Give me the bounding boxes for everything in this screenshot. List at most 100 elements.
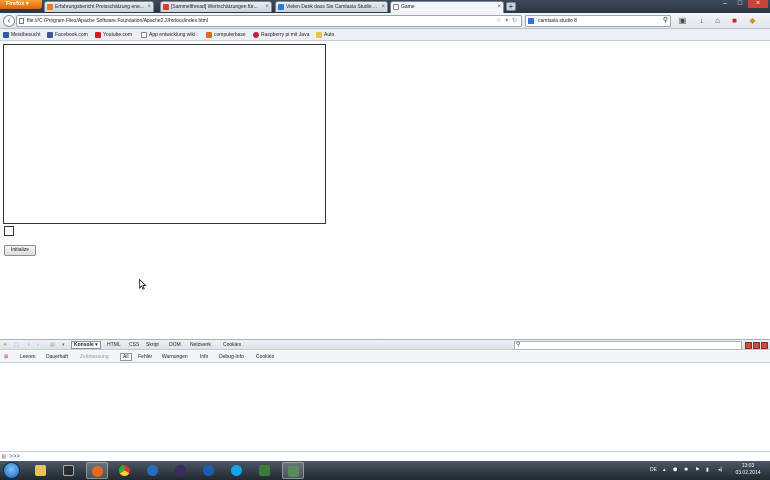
filter-cookies[interactable]: Cookies <box>256 353 274 361</box>
console-command-line[interactable]: ▤ >>> <box>0 451 770 461</box>
filter-warnungen[interactable]: Warnungen <box>162 353 188 361</box>
tab-konsole[interactable]: Konsole ▾ <box>71 341 101 349</box>
language-indicator[interactable]: DE <box>650 465 657 475</box>
tab-dom[interactable]: DOM <box>169 341 181 349</box>
bookmark-facebook[interactable]: Facebook.com <box>47 31 88 39</box>
firebug-icon[interactable]: ✦ <box>3 341 7 349</box>
skype-icon <box>231 465 242 476</box>
tab-css[interactable]: CSS <box>129 341 139 349</box>
filter-dauerhaft[interactable]: Dauerhaft <box>46 353 68 361</box>
search-bar[interactable]: camtasia studio 8 ⚲ <box>525 15 671 27</box>
tab-html[interactable]: HTML <box>107 341 121 349</box>
close-tab-icon[interactable]: × <box>147 2 151 12</box>
tab-netzwerk[interactable]: Netzwerk <box>190 341 211 349</box>
clock-time: 13:03 <box>741 463 755 469</box>
bookmarks-menu-icon[interactable]: ▣ <box>678 16 687 25</box>
download-icon[interactable]: ↓ <box>697 16 706 25</box>
url-bar[interactable]: file:///C:/Program Files/Apache Software… <box>16 15 522 27</box>
tray-app2-icon[interactable]: ✱ <box>684 465 688 475</box>
taskbar-camtasia-recorder[interactable] <box>282 462 304 479</box>
url-tools-icon[interactable]: ☆ ▾ ↻ <box>496 16 518 26</box>
tab-cookies[interactable]: Cookies <box>223 341 241 349</box>
tab-label: Game <box>401 4 415 10</box>
taskbar-skype[interactable] <box>226 462 248 479</box>
dropdown-icon[interactable]: ▾ <box>62 341 65 349</box>
tray-expand-icon[interactable]: ▴ <box>663 465 666 475</box>
page-icon <box>19 18 24 24</box>
bookmark-label: Raspberry pi mit Java <box>261 32 310 38</box>
taskbar-teamspeak[interactable] <box>198 462 220 479</box>
firebug-search-input[interactable]: ⚲ <box>514 341 742 350</box>
bookmark-label: Auto <box>324 32 335 38</box>
network-status-icon[interactable]: ▮ <box>706 465 709 475</box>
tab-skript[interactable]: Skript <box>146 341 159 349</box>
taskbar-camtasia[interactable] <box>254 462 276 479</box>
home-icon[interactable]: ⌂ <box>713 16 722 25</box>
search-icon[interactable]: ⚲ <box>663 16 668 26</box>
volume-icon[interactable]: ◂) <box>718 465 722 475</box>
firebug-close-button[interactable] <box>761 342 768 349</box>
firebug-detach-button[interactable] <box>753 342 760 349</box>
filter-debug-info[interactable]: Debug-Info <box>219 353 244 361</box>
tab-favicon-icon <box>47 4 53 10</box>
tab-camtasia[interactable]: Vielen Dank dass Sie Camtasia Studio ...… <box>275 1 388 12</box>
forward-arrow-icon[interactable]: › <box>37 341 39 349</box>
filter-info[interactable]: Info <box>200 353 208 361</box>
close-window-button[interactable]: × <box>748 0 768 8</box>
recorder-icon <box>288 466 299 477</box>
close-tab-icon[interactable]: × <box>497 2 501 12</box>
back-arrow-icon[interactable]: ‹ <box>28 341 30 349</box>
firefox-menu-button[interactable]: Firefox ▾ <box>0 0 42 9</box>
search-engine-icon[interactable] <box>528 18 534 24</box>
filter-all[interactable]: All <box>120 353 132 361</box>
new-tab-button[interactable]: + <box>506 2 516 11</box>
navigation-bar: ‹ file:///C:/Program Files/Apache Softwa… <box>0 13 770 29</box>
back-button[interactable]: ‹ <box>3 15 15 27</box>
tray-app-icon[interactable]: ⬢ <box>673 465 677 475</box>
bookmark-app-entwicklung[interactable]: App entwicklung wiki <box>141 31 195 39</box>
search-input[interactable]: camtasia studio 8 <box>538 18 577 24</box>
firebug-minimize-button[interactable] <box>745 342 752 349</box>
page-favicon-icon <box>393 4 399 10</box>
tab-label: [Sammelthread] Wertschätzungen für... <box>171 4 258 10</box>
taskbar-firefox[interactable] <box>86 462 108 479</box>
addon-icon[interactable]: ■ <box>730 16 739 25</box>
tab-game[interactable]: Game × <box>390 1 504 13</box>
start-button[interactable] <box>3 462 20 479</box>
bookmark-auto[interactable]: Auto <box>316 31 334 39</box>
close-tab-icon[interactable]: × <box>381 2 385 12</box>
filter-leeren[interactable]: Leeren <box>20 353 36 361</box>
filter-zeitmessung[interactable]: Zeitmessung <box>80 353 109 361</box>
bookmark-meistbesucht[interactable]: Meistbesucht <box>3 31 40 39</box>
taskbar-explorer[interactable] <box>30 462 52 479</box>
tab-sammelthread[interactable]: [Sammelthread] Wertschätzungen für... × <box>160 1 272 12</box>
raspberry-icon <box>253 32 259 38</box>
bookmark-computerbase[interactable]: computerbase <box>206 31 246 39</box>
flag-icon[interactable]: ⚑ <box>695 465 699 475</box>
inspect-icon[interactable]: ⬚ <box>14 341 19 349</box>
facebook-icon <box>47 32 53 38</box>
bookmark-raspberry[interactable]: Raspberry pi mit Java <box>253 31 309 39</box>
tab-label: Konsole <box>74 342 94 348</box>
clock[interactable]: 13:03 03.02.2014 <box>733 463 763 477</box>
taskbar-chrome[interactable] <box>114 462 136 479</box>
clear-console-icon[interactable]: ⊠ <box>4 353 8 361</box>
bookmark-youtube[interactable]: Youtube.com <box>95 31 132 39</box>
taskbar-media-player[interactable] <box>58 462 80 479</box>
tab-label: Vielen Dank dass Sie Camtasia Studio ... <box>286 4 378 10</box>
game-canvas[interactable] <box>3 44 326 224</box>
media-player-icon <box>63 465 74 476</box>
maximize-button[interactable]: □ <box>733 0 747 8</box>
filter-fehler[interactable]: Fehler <box>138 353 152 361</box>
initialize-button[interactable]: Initialize <box>4 245 36 256</box>
menu-icon[interactable]: ◆ <box>748 16 757 25</box>
clock-date: 03.02.2014 <box>735 470 761 476</box>
taskbar-network[interactable] <box>142 462 164 479</box>
tab-erfahrungsbericht[interactable]: Erfahrungsbericht Preisschätzung ene... … <box>44 1 154 12</box>
close-tab-icon[interactable]: × <box>265 2 269 12</box>
camtasia-icon <box>259 465 270 476</box>
console-menu-icon[interactable]: ▤ <box>50 341 55 349</box>
taskbar-eclipse[interactable] <box>170 462 192 479</box>
bookmark-label: computerbase <box>214 32 246 38</box>
minimize-button[interactable]: – <box>718 0 732 8</box>
